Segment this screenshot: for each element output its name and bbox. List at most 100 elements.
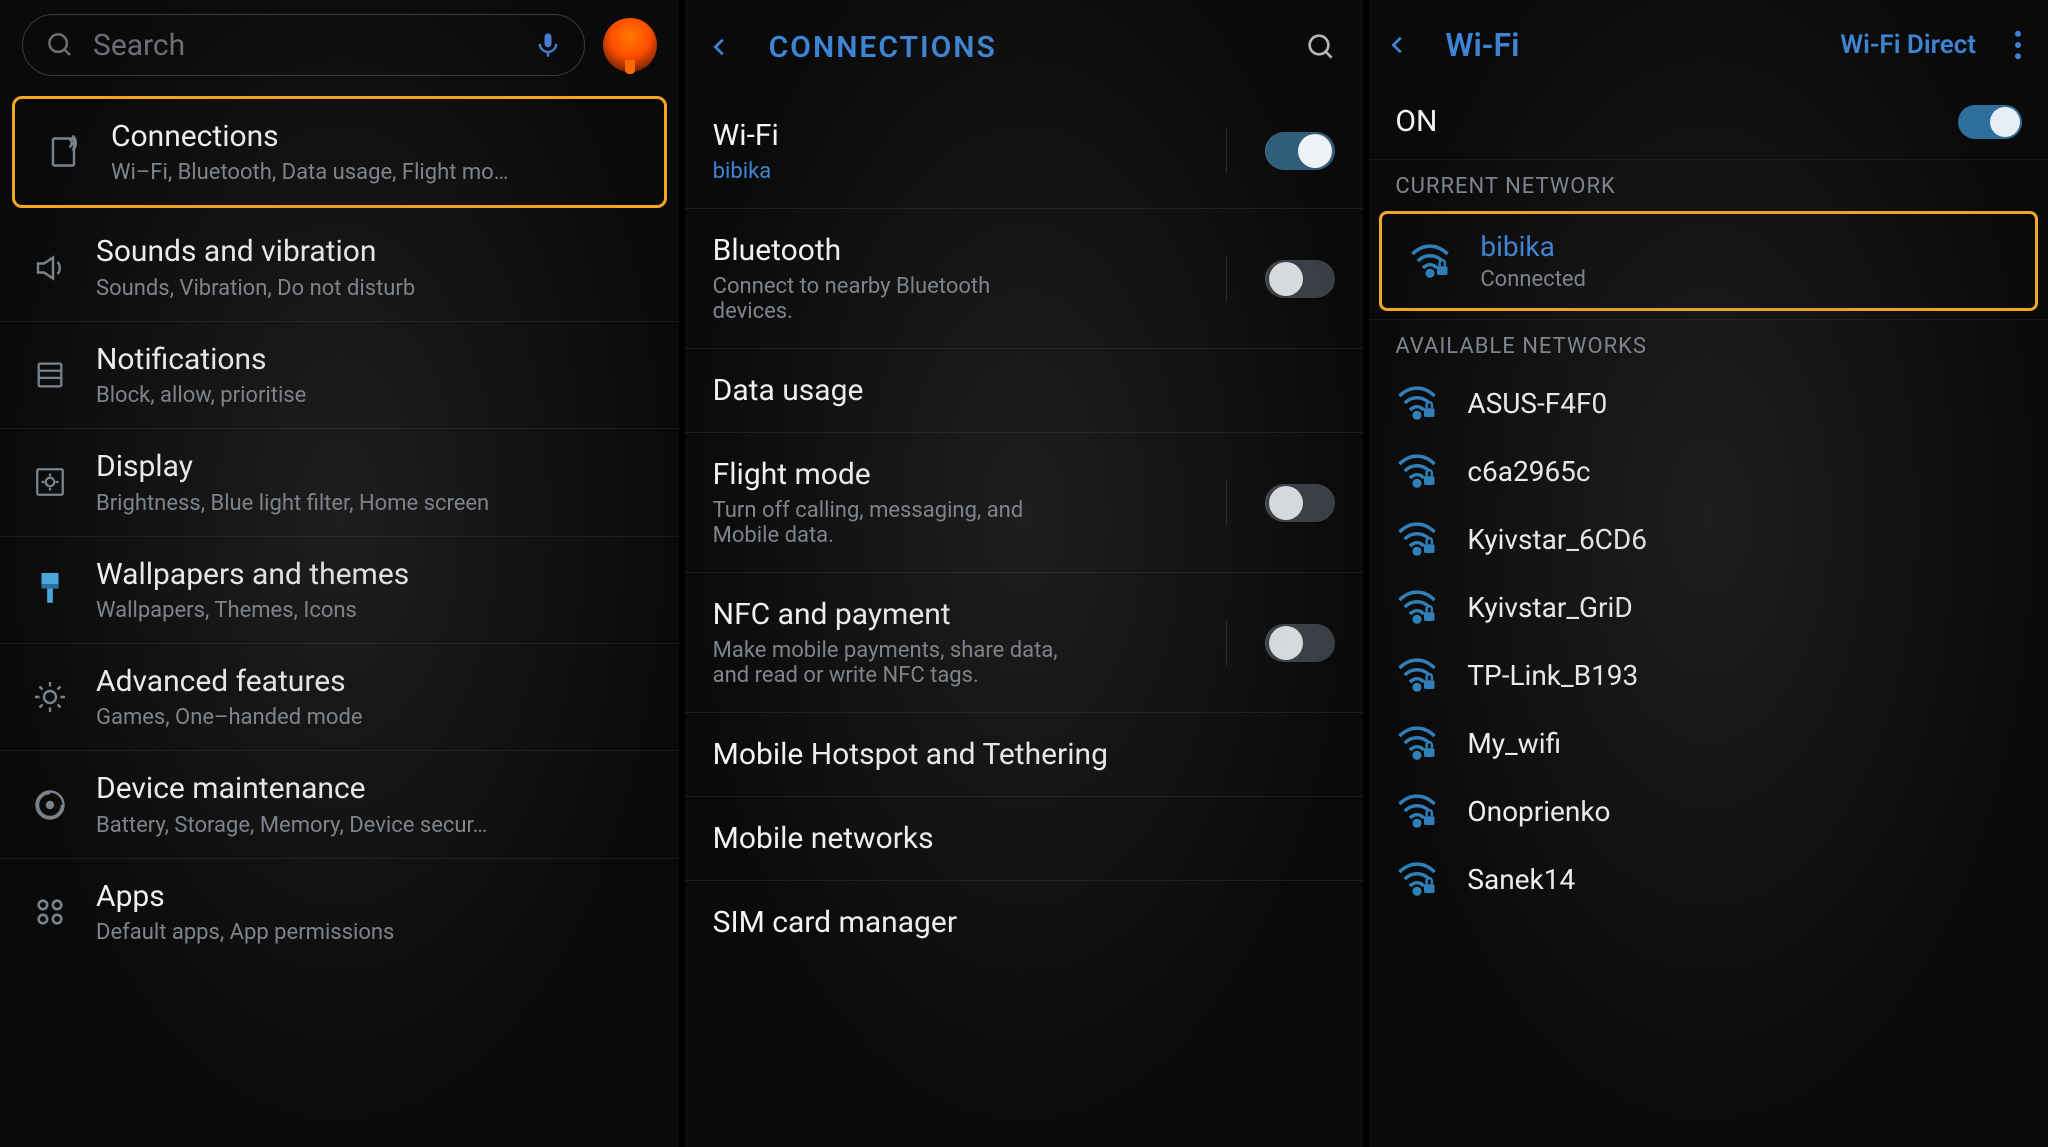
network-item[interactable]: Kyivstar_6CD6 (1369, 505, 2048, 573)
item-title: Data usage (713, 373, 1336, 408)
item-sub: Default apps, App permissions (96, 920, 655, 945)
item-title: Bluetooth (713, 233, 1201, 268)
item-sub: Make mobile payments, share data, and re… (713, 638, 1073, 688)
search-row: Search (0, 0, 679, 86)
header-title: CONNECTIONS (769, 30, 1278, 65)
divider (1226, 480, 1227, 526)
wifi-master-toggle[interactable] (1958, 105, 2022, 139)
conn-item-flightmode[interactable]: Flight mode Turn off calling, messaging,… (685, 433, 1364, 573)
settings-item-display[interactable]: Display Brightness, Blue light filter, Ho… (0, 429, 679, 536)
available-networks: ASUS-F4F0 c6a2965c Kyivstar_6CD6 Kyivstar_G… (1369, 369, 2048, 913)
connections-list: Wi-Fi bibika Bluetooth Connect to nearby… (685, 94, 1364, 964)
item-sub: bibika (713, 159, 1073, 184)
item-title: Connections (111, 119, 640, 154)
item-texts: Connections Wi–Fi, Bluetooth, Data usage… (111, 119, 640, 185)
settings-item-sounds[interactable]: Sounds and vibrationSounds, Vibration, D… (0, 214, 679, 321)
conn-item-datausage[interactable]: Data usage (685, 349, 1364, 433)
item-title: Mobile networks (713, 821, 1336, 856)
apps-icon (28, 895, 72, 929)
nfc-toggle[interactable] (1265, 624, 1335, 662)
search-placeholder: Search (93, 28, 516, 63)
notifications-icon (28, 358, 72, 392)
network-item[interactable]: Onoprienko (1369, 777, 2048, 845)
network-item[interactable]: Kyivstar_GriD (1369, 573, 2048, 641)
settings-item-wallpapers[interactable]: Wallpapers and themes Wallpapers, Themes,… (0, 537, 679, 644)
settings-item-advanced[interactable]: Advanced featuresGames, One–handed mode (0, 644, 679, 751)
more-icon[interactable] (1996, 30, 2028, 60)
item-title: Apps (96, 879, 655, 914)
item-title: SIM card manager (713, 905, 1336, 940)
highlighted-current-network: bibika Connected (1379, 211, 2038, 311)
ssid: bibika (1480, 230, 2009, 263)
settings-item-notifications[interactable]: Notifications Block, allow, prioritise (0, 322, 679, 429)
ssid: Sanek14 (1467, 863, 2022, 896)
wifi-lock-icon (1395, 589, 1439, 625)
search-icon (45, 30, 75, 60)
conn-item-wifi[interactable]: Wi-Fi bibika (685, 94, 1364, 209)
connections-header: CONNECTIONS (685, 0, 1364, 94)
back-icon[interactable] (1377, 24, 1419, 66)
search-input[interactable]: Search (22, 14, 585, 76)
divider (1226, 256, 1227, 302)
wifi-panel: Wi-Fi Wi-Fi Direct ON CURRENT NETWORK bi… (1369, 0, 2048, 1147)
conn-item-mobilenetworks[interactable]: Mobile networks (685, 797, 1364, 881)
divider (1226, 620, 1227, 666)
wifi-lock-icon (1408, 243, 1452, 279)
conn-item-bluetooth[interactable]: Bluetooth Connect to nearby Bluetooth de… (685, 209, 1364, 349)
item-sub: Wi–Fi, Bluetooth, Data usage, Flight mo… (111, 160, 640, 185)
bluetooth-toggle[interactable] (1265, 260, 1335, 298)
item-sub: Battery, Storage, Memory, Device secur… (96, 813, 655, 838)
connections-panel: CONNECTIONS Wi-Fi bibika Bluetooth Conne… (685, 0, 1364, 1147)
mic-icon[interactable] (534, 28, 562, 62)
wifi-header: Wi-Fi Wi-Fi Direct (1369, 0, 2048, 90)
item-title: NFC and payment (713, 597, 1201, 632)
conn-item-sim[interactable]: SIM card manager (685, 881, 1364, 964)
section-available-label: AVAILABLE NETWORKS (1369, 319, 2048, 369)
header-title: Wi-Fi (1439, 26, 1820, 64)
item-title: Display (96, 449, 655, 484)
ssid: ASUS-F4F0 (1467, 387, 2022, 420)
search-icon[interactable] (1305, 31, 1337, 63)
item-sub: Games, One–handed mode (96, 705, 655, 730)
network-item[interactable]: c6a2965c (1369, 437, 2048, 505)
brush-icon (28, 570, 72, 610)
item-sub: Brightness, Blue light filter, Home scre… (96, 491, 655, 516)
wifi-direct-button[interactable]: Wi-Fi Direct (1840, 30, 1976, 60)
item-title: Wi-Fi (713, 118, 1201, 153)
advanced-icon (28, 679, 72, 715)
item-sub: Block, allow, prioritise (96, 383, 655, 408)
network-item[interactable]: My_wifi (1369, 709, 2048, 777)
settings-panel: Search Connections Wi–Fi, Bluetooth, Dat… (0, 0, 679, 1147)
settings-item-connections[interactable]: Connections Wi–Fi, Bluetooth, Data usage… (15, 99, 664, 205)
maintenance-icon (28, 787, 72, 823)
settings-item-apps[interactable]: Apps Default apps, App permissions (0, 859, 679, 965)
item-title: Flight mode (713, 457, 1201, 492)
conn-item-hotspot[interactable]: Mobile Hotspot and Tethering (685, 713, 1364, 797)
ssid: My_wifi (1467, 727, 2022, 760)
network-item[interactable]: ASUS-F4F0 (1369, 369, 2048, 437)
current-network[interactable]: bibika Connected (1382, 214, 2035, 308)
on-label: ON (1395, 104, 1437, 139)
ssid: Onoprienko (1467, 795, 2022, 828)
network-item[interactable]: Sanek14 (1369, 845, 2048, 913)
item-title: Mobile Hotspot and Tethering (713, 737, 1336, 772)
settings-item-maintenance[interactable]: Device maintenanceBattery, Storage, Memo… (0, 751, 679, 858)
sound-icon (28, 250, 72, 286)
ssid: Kyivstar_GriD (1467, 591, 2022, 624)
wifi-toggle[interactable] (1265, 132, 1335, 170)
ssid: Kyivstar_6CD6 (1467, 523, 2022, 556)
item-sub: Sounds, Vibration, Do not disturb (96, 276, 655, 301)
wifi-lock-icon (1395, 385, 1439, 421)
status: Connected (1480, 267, 2009, 292)
profile-avatar[interactable] (603, 18, 657, 72)
wifi-lock-icon (1395, 793, 1439, 829)
item-sub: Wallpapers, Themes, Icons (96, 598, 655, 623)
back-icon[interactable] (699, 26, 741, 68)
item-title: Wallpapers and themes (96, 557, 655, 592)
wifi-lock-icon (1395, 725, 1439, 761)
settings-list: Connections Wi–Fi, Bluetooth, Data usage… (0, 86, 679, 969)
network-item[interactable]: TP-Link_B193 (1369, 641, 2048, 709)
item-title: Notifications (96, 342, 655, 377)
conn-item-nfc[interactable]: NFC and payment Make mobile payments, sh… (685, 573, 1364, 713)
flight-toggle[interactable] (1265, 484, 1335, 522)
